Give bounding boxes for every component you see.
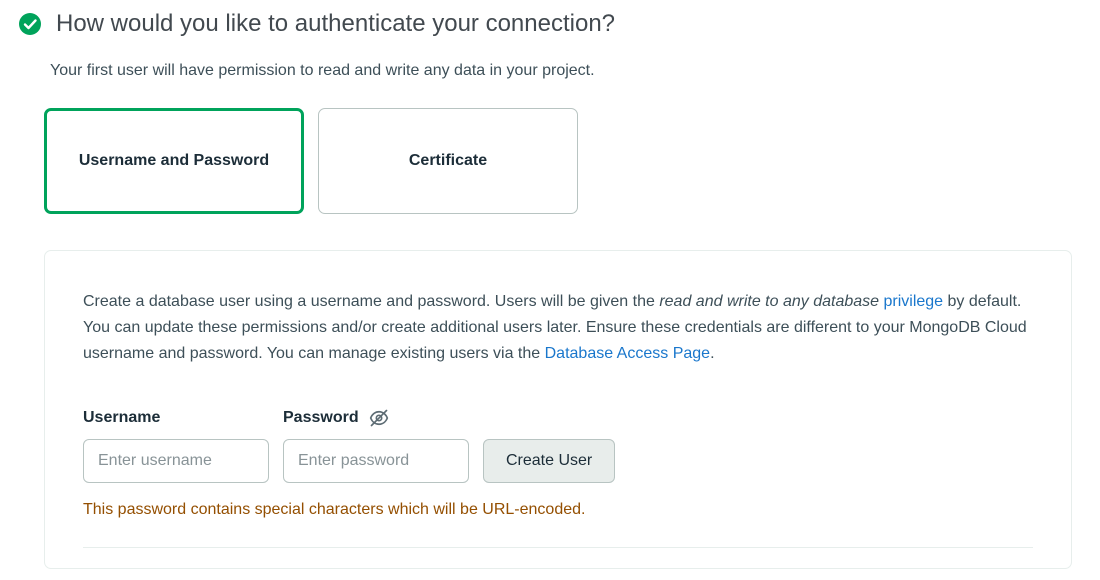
check-circle-icon <box>18 12 42 36</box>
desc-text-1: Create a database user using a username … <box>83 293 659 310</box>
database-access-link[interactable]: Database Access Page <box>545 345 710 362</box>
privilege-link[interactable]: privilege <box>883 293 943 310</box>
username-input[interactable] <box>83 439 269 483</box>
desc-text-3: . <box>710 345 714 362</box>
desc-italic: read and write to any database <box>659 293 883 310</box>
tab-username-password[interactable]: Username and Password <box>44 108 304 214</box>
tab-certificate[interactable]: Certificate <box>318 108 578 214</box>
auth-description: Create a database user using a username … <box>83 289 1033 367</box>
section-subtitle: Your first user will have permission to … <box>50 62 1082 80</box>
create-user-button[interactable]: Create User <box>483 439 615 483</box>
username-label: Username <box>83 409 160 427</box>
auth-method-tabs: Username and Password Certificate <box>44 108 1082 214</box>
section-title: How would you like to authenticate your … <box>56 10 615 38</box>
eye-off-icon[interactable] <box>369 408 389 428</box>
password-warning: This password contains special character… <box>83 501 1033 519</box>
password-input[interactable] <box>283 439 469 483</box>
auth-details-card: Create a database user using a username … <box>44 250 1072 569</box>
password-label: Password <box>283 409 359 427</box>
divider <box>83 547 1033 548</box>
